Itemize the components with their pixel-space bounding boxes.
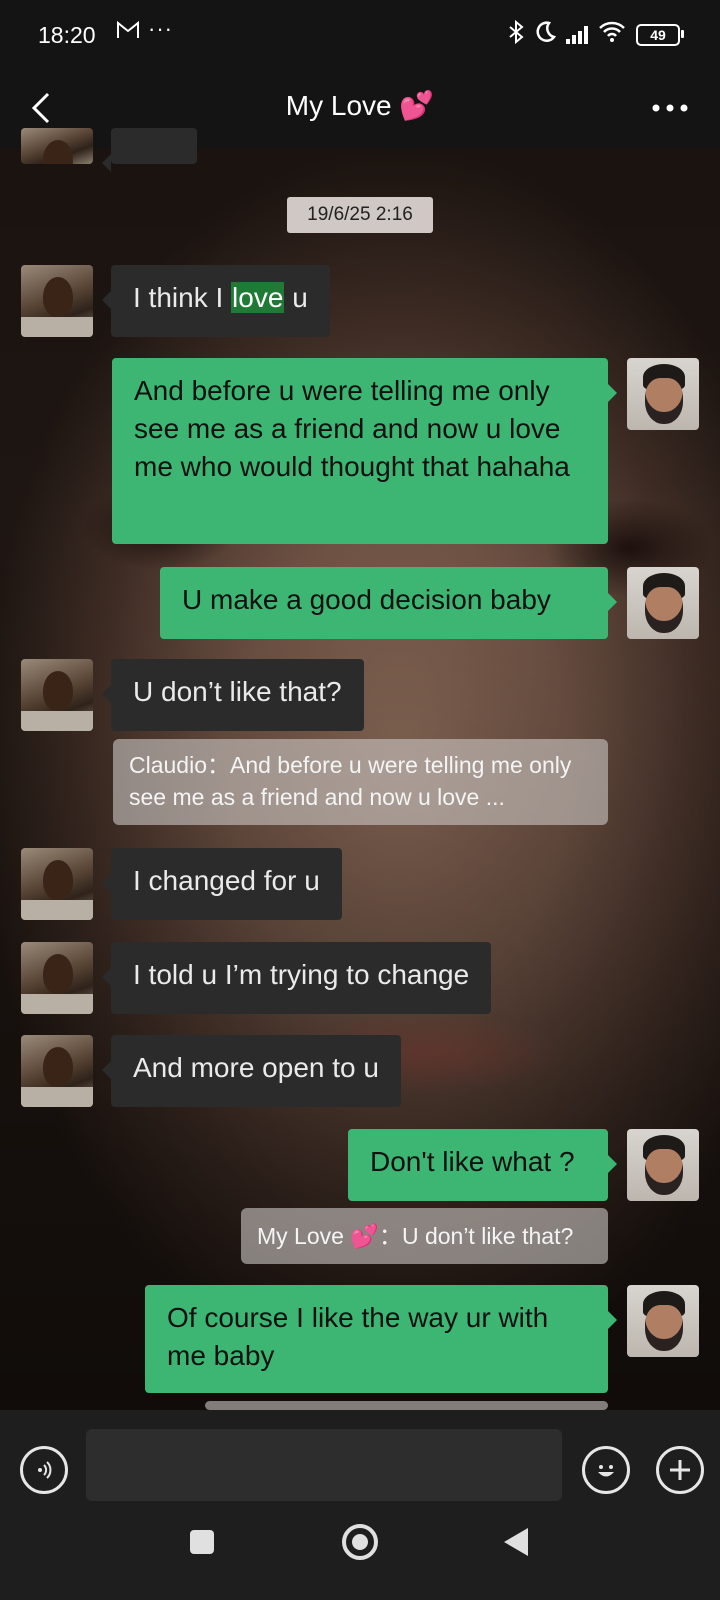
add-attachment-button[interactable]	[656, 1446, 704, 1494]
message-text: U don’t like that?	[133, 676, 342, 707]
message-bubble[interactable]: Of course I like the way ur with me baby	[145, 1285, 617, 1393]
avatar[interactable]	[21, 659, 93, 731]
avatar[interactable]	[627, 1129, 699, 1201]
back-triangle-button[interactable]	[504, 1528, 528, 1556]
message-input-bar	[0, 1410, 720, 1532]
message-text: I changed for u	[133, 865, 320, 896]
more-dots-icon	[652, 104, 688, 112]
avatar[interactable]	[627, 1285, 699, 1357]
message-text: I told u I’m trying to change	[133, 959, 470, 990]
bluetooth-icon	[508, 19, 524, 50]
chat-title: My Love 💕	[285, 90, 435, 121]
status-time: 18:20	[38, 22, 96, 48]
more-options-button[interactable]	[642, 86, 698, 130]
message-text: And more open to u	[133, 1052, 379, 1083]
message-bubble[interactable]: Don't like what ?	[348, 1129, 617, 1201]
status-bar: 18:20 ··· 49	[0, 0, 720, 70]
status-icons: 49	[508, 19, 684, 50]
avatar[interactable]	[21, 128, 93, 164]
message-text: Of course I like the way ur with me baby	[167, 1302, 549, 1371]
smiley-icon	[598, 1465, 614, 1477]
message-bubble-partial[interactable]	[102, 128, 197, 172]
avatar[interactable]	[21, 942, 93, 1014]
avatar[interactable]	[21, 265, 93, 337]
search-highlight: love	[231, 282, 285, 313]
message-text: U make a good decision baby	[182, 584, 551, 615]
avatar[interactable]	[21, 1035, 93, 1107]
plus-icon	[670, 1460, 690, 1480]
message-bubble[interactable]: I told u I’m trying to change	[101, 942, 492, 1014]
message-text: I think I	[133, 282, 232, 313]
message-bubble[interactable]: And before u were telling me only see me…	[112, 358, 617, 544]
battery-icon: 49	[636, 24, 684, 46]
message-bubble[interactable]: And more open to u	[102, 1035, 401, 1107]
quoted-message[interactable]: Claudio：And before u were telling me onl…	[113, 739, 608, 825]
message-input[interactable]	[86, 1429, 562, 1501]
voice-input-button[interactable]	[20, 1446, 68, 1494]
emoji-button[interactable]	[582, 1446, 630, 1494]
quoted-message[interactable]: My Love 💕：U don’t like that?	[241, 1208, 608, 1264]
avatar[interactable]	[627, 567, 699, 639]
recent-apps-button[interactable]	[190, 1530, 214, 1554]
status-more-dots: ···	[148, 16, 173, 41]
message-bubble[interactable]: I think I love u	[102, 265, 330, 337]
quoted-text: My Love 💕：U don’t like that?	[257, 1223, 574, 1249]
chat-header: My Love 💕	[0, 70, 720, 148]
home-button[interactable]	[342, 1524, 378, 1560]
signal-icon	[566, 26, 588, 44]
message-text: And before u were telling me only see me…	[134, 375, 570, 482]
wifi-icon	[598, 21, 626, 49]
avatar[interactable]	[627, 358, 699, 430]
quoted-message-partial	[205, 1401, 608, 1410]
message-bubble[interactable]: I changed for u	[102, 848, 342, 920]
message-text: Don't like what ?	[370, 1146, 575, 1177]
message-bubble[interactable]: U make a good decision baby	[160, 567, 617, 639]
message-bubble[interactable]: U don’t like that?	[102, 659, 364, 731]
message-text: u	[284, 282, 308, 313]
moon-icon	[534, 20, 557, 50]
avatar[interactable]	[21, 848, 93, 920]
voice-icon	[38, 1461, 52, 1479]
quoted-text: Claudio：And before u were telling me onl…	[129, 752, 572, 810]
message-timestamp: 19/6/25 2:16	[287, 197, 433, 233]
system-nav-bar	[0, 1524, 720, 1600]
gmail-icon	[116, 20, 140, 46]
